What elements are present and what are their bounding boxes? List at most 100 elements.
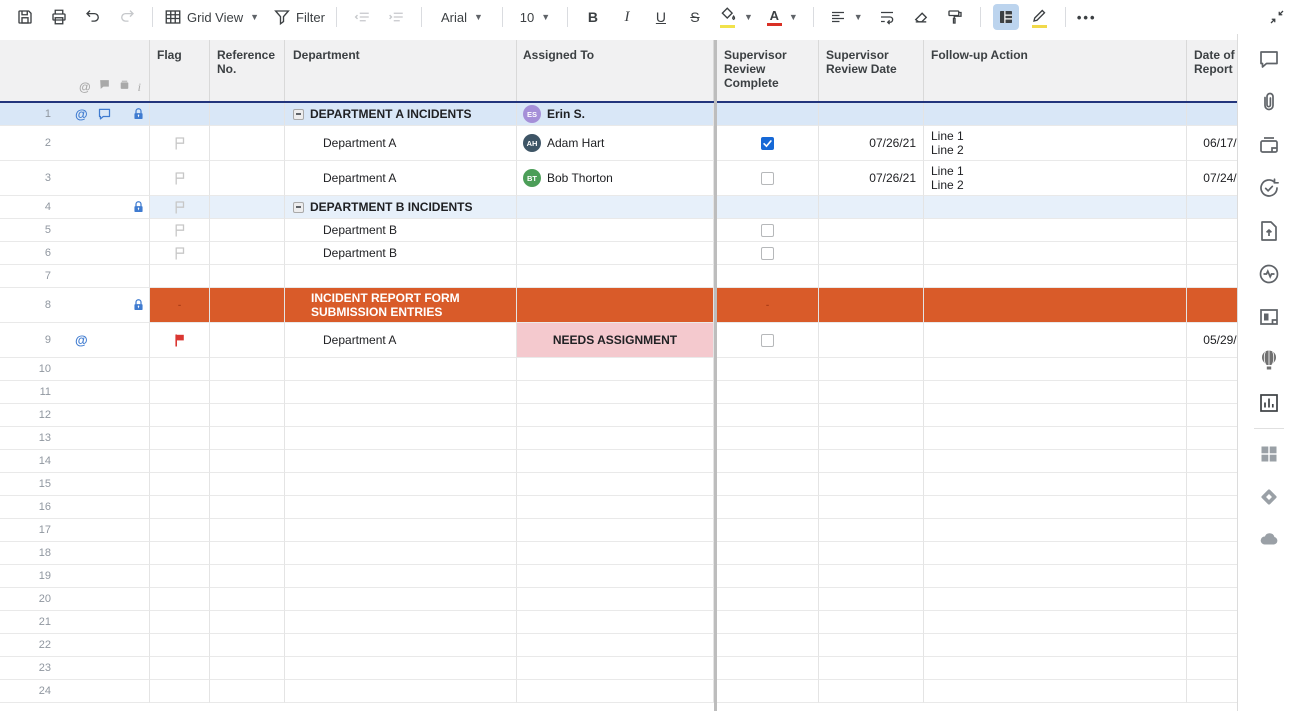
cell-department[interactable] <box>285 634 517 657</box>
cell-review_complete[interactable] <box>717 323 819 358</box>
cell-ref[interactable] <box>210 219 285 242</box>
cell-assigned[interactable] <box>517 427 714 450</box>
cell-ref[interactable] <box>210 161 285 196</box>
sidebar-premium-icon[interactable] <box>1257 485 1281 509</box>
row-number[interactable]: 23 <box>0 657 55 680</box>
cell-flag[interactable] <box>150 323 210 358</box>
cell-date_of_report[interactable]: 06/17/21 <box>1187 126 1237 161</box>
cell-followup[interactable] <box>924 381 1187 404</box>
row-number[interactable]: 1 <box>0 103 55 126</box>
cell-flag[interactable] <box>150 265 210 288</box>
redo-button[interactable] <box>114 4 140 30</box>
cell-assigned[interactable]: NEEDS ASSIGNMENT <box>517 323 714 358</box>
cell-review_date[interactable] <box>819 381 924 404</box>
cell-review_complete[interactable] <box>717 496 819 519</box>
cell-department[interactable] <box>285 427 517 450</box>
column-header-date_of_report[interactable]: Date of Report <box>1187 40 1237 101</box>
row-number[interactable]: 21 <box>0 611 55 634</box>
cell-ref[interactable] <box>210 381 285 404</box>
cell-date_of_report[interactable] <box>1187 565 1237 588</box>
collapse-toolbar-button[interactable] <box>1264 4 1290 30</box>
cell-review_complete[interactable] <box>717 358 819 381</box>
cell-review_complete[interactable] <box>717 381 819 404</box>
column-header-flag[interactable]: Flag <box>150 40 210 101</box>
cell-ref[interactable] <box>210 427 285 450</box>
cell-assigned[interactable] <box>517 588 714 611</box>
needs-assignment-badge[interactable]: NEEDS ASSIGNMENT <box>517 323 713 357</box>
cell-format-button[interactable] <box>993 4 1019 30</box>
cell-flag[interactable]: - <box>150 288 210 323</box>
cell-review_complete[interactable] <box>717 242 819 265</box>
outdent-button[interactable] <box>349 4 375 30</box>
cell-followup[interactable] <box>924 219 1187 242</box>
cell-ref[interactable] <box>210 288 285 323</box>
row-number[interactable]: 10 <box>0 358 55 381</box>
cell-ref[interactable] <box>210 404 285 427</box>
cell-department[interactable]: Department B <box>285 242 517 265</box>
cell-date_of_report[interactable] <box>1187 588 1237 611</box>
cell-department[interactable]: Department A <box>285 323 517 358</box>
cell-ref[interactable] <box>210 242 285 265</box>
align-button[interactable]: ▼ <box>826 4 866 30</box>
cell-assigned[interactable] <box>517 242 714 265</box>
cell-ref[interactable] <box>210 103 285 126</box>
sidebar-charts-icon[interactable] <box>1257 391 1281 415</box>
cell-followup[interactable] <box>924 196 1187 219</box>
cell-review_date[interactable] <box>819 219 924 242</box>
cell-assigned[interactable] <box>517 265 714 288</box>
cell-flag[interactable] <box>150 161 210 196</box>
column-header-review_complete[interactable]: Supervisor Review Complete <box>717 40 819 101</box>
cell-assigned[interactable] <box>517 542 714 565</box>
cell-flag[interactable] <box>150 473 210 496</box>
cell-date_of_report[interactable] <box>1187 680 1237 703</box>
cell-review_date[interactable] <box>819 680 924 703</box>
cell-review_date[interactable]: 07/26/21 <box>819 126 924 161</box>
cell-flag[interactable] <box>150 126 210 161</box>
cell-ref[interactable] <box>210 126 285 161</box>
cell-review_complete[interactable] <box>717 473 819 496</box>
cell-flag[interactable] <box>150 450 210 473</box>
cell-review_complete[interactable] <box>717 103 819 126</box>
cell-assigned[interactable] <box>517 473 714 496</box>
row-number[interactable]: 22 <box>0 634 55 657</box>
cell-review_complete[interactable] <box>717 404 819 427</box>
cell-assigned[interactable] <box>517 519 714 542</box>
supervisor-review-checkbox[interactable] <box>761 137 774 150</box>
cell-ref[interactable] <box>210 634 285 657</box>
cell-ref[interactable] <box>210 196 285 219</box>
format-painter-button[interactable] <box>942 4 968 30</box>
cell-flag[interactable] <box>150 496 210 519</box>
cell-department[interactable] <box>285 680 517 703</box>
cell-ref[interactable] <box>210 565 285 588</box>
sidebar-update-requests-icon[interactable] <box>1257 176 1281 200</box>
cell-date_of_report[interactable] <box>1187 219 1237 242</box>
cell-review_date[interactable] <box>819 450 924 473</box>
cell-review_complete[interactable] <box>717 450 819 473</box>
cell-flag[interactable] <box>150 196 210 219</box>
row-number[interactable]: 19 <box>0 565 55 588</box>
cell-flag[interactable] <box>150 565 210 588</box>
cell-assigned[interactable]: BTBob Thorton <box>517 161 714 196</box>
sidebar-comments-icon[interactable] <box>1257 47 1281 71</box>
cell-department[interactable]: Department B <box>285 219 517 242</box>
cell-review_complete[interactable] <box>717 265 819 288</box>
sidebar-tags-icon[interactable] <box>1257 528 1281 552</box>
row-number[interactable]: 13 <box>0 427 55 450</box>
cell-assigned[interactable] <box>517 657 714 680</box>
cell-review_date[interactable] <box>819 519 924 542</box>
lock-icon[interactable] <box>131 107 146 122</box>
column-header-followup[interactable]: Follow-up Action <box>924 40 1187 101</box>
cell-date_of_report[interactable] <box>1187 265 1237 288</box>
sidebar-attachments-icon[interactable] <box>1257 90 1281 114</box>
row-number[interactable]: 18 <box>0 542 55 565</box>
font-family-select[interactable]: Arial ▼ <box>430 4 494 30</box>
sidebar-proofs-icon[interactable] <box>1257 133 1281 157</box>
cell-department[interactable]: Department A <box>285 126 517 161</box>
strikethrough-button[interactable]: S <box>682 4 708 30</box>
cell-ref[interactable] <box>210 542 285 565</box>
cell-department[interactable] <box>285 450 517 473</box>
cell-review_complete[interactable] <box>717 161 819 196</box>
cell-followup[interactable] <box>924 242 1187 265</box>
cell-date_of_report[interactable] <box>1187 288 1237 323</box>
row-number[interactable]: 11 <box>0 381 55 404</box>
